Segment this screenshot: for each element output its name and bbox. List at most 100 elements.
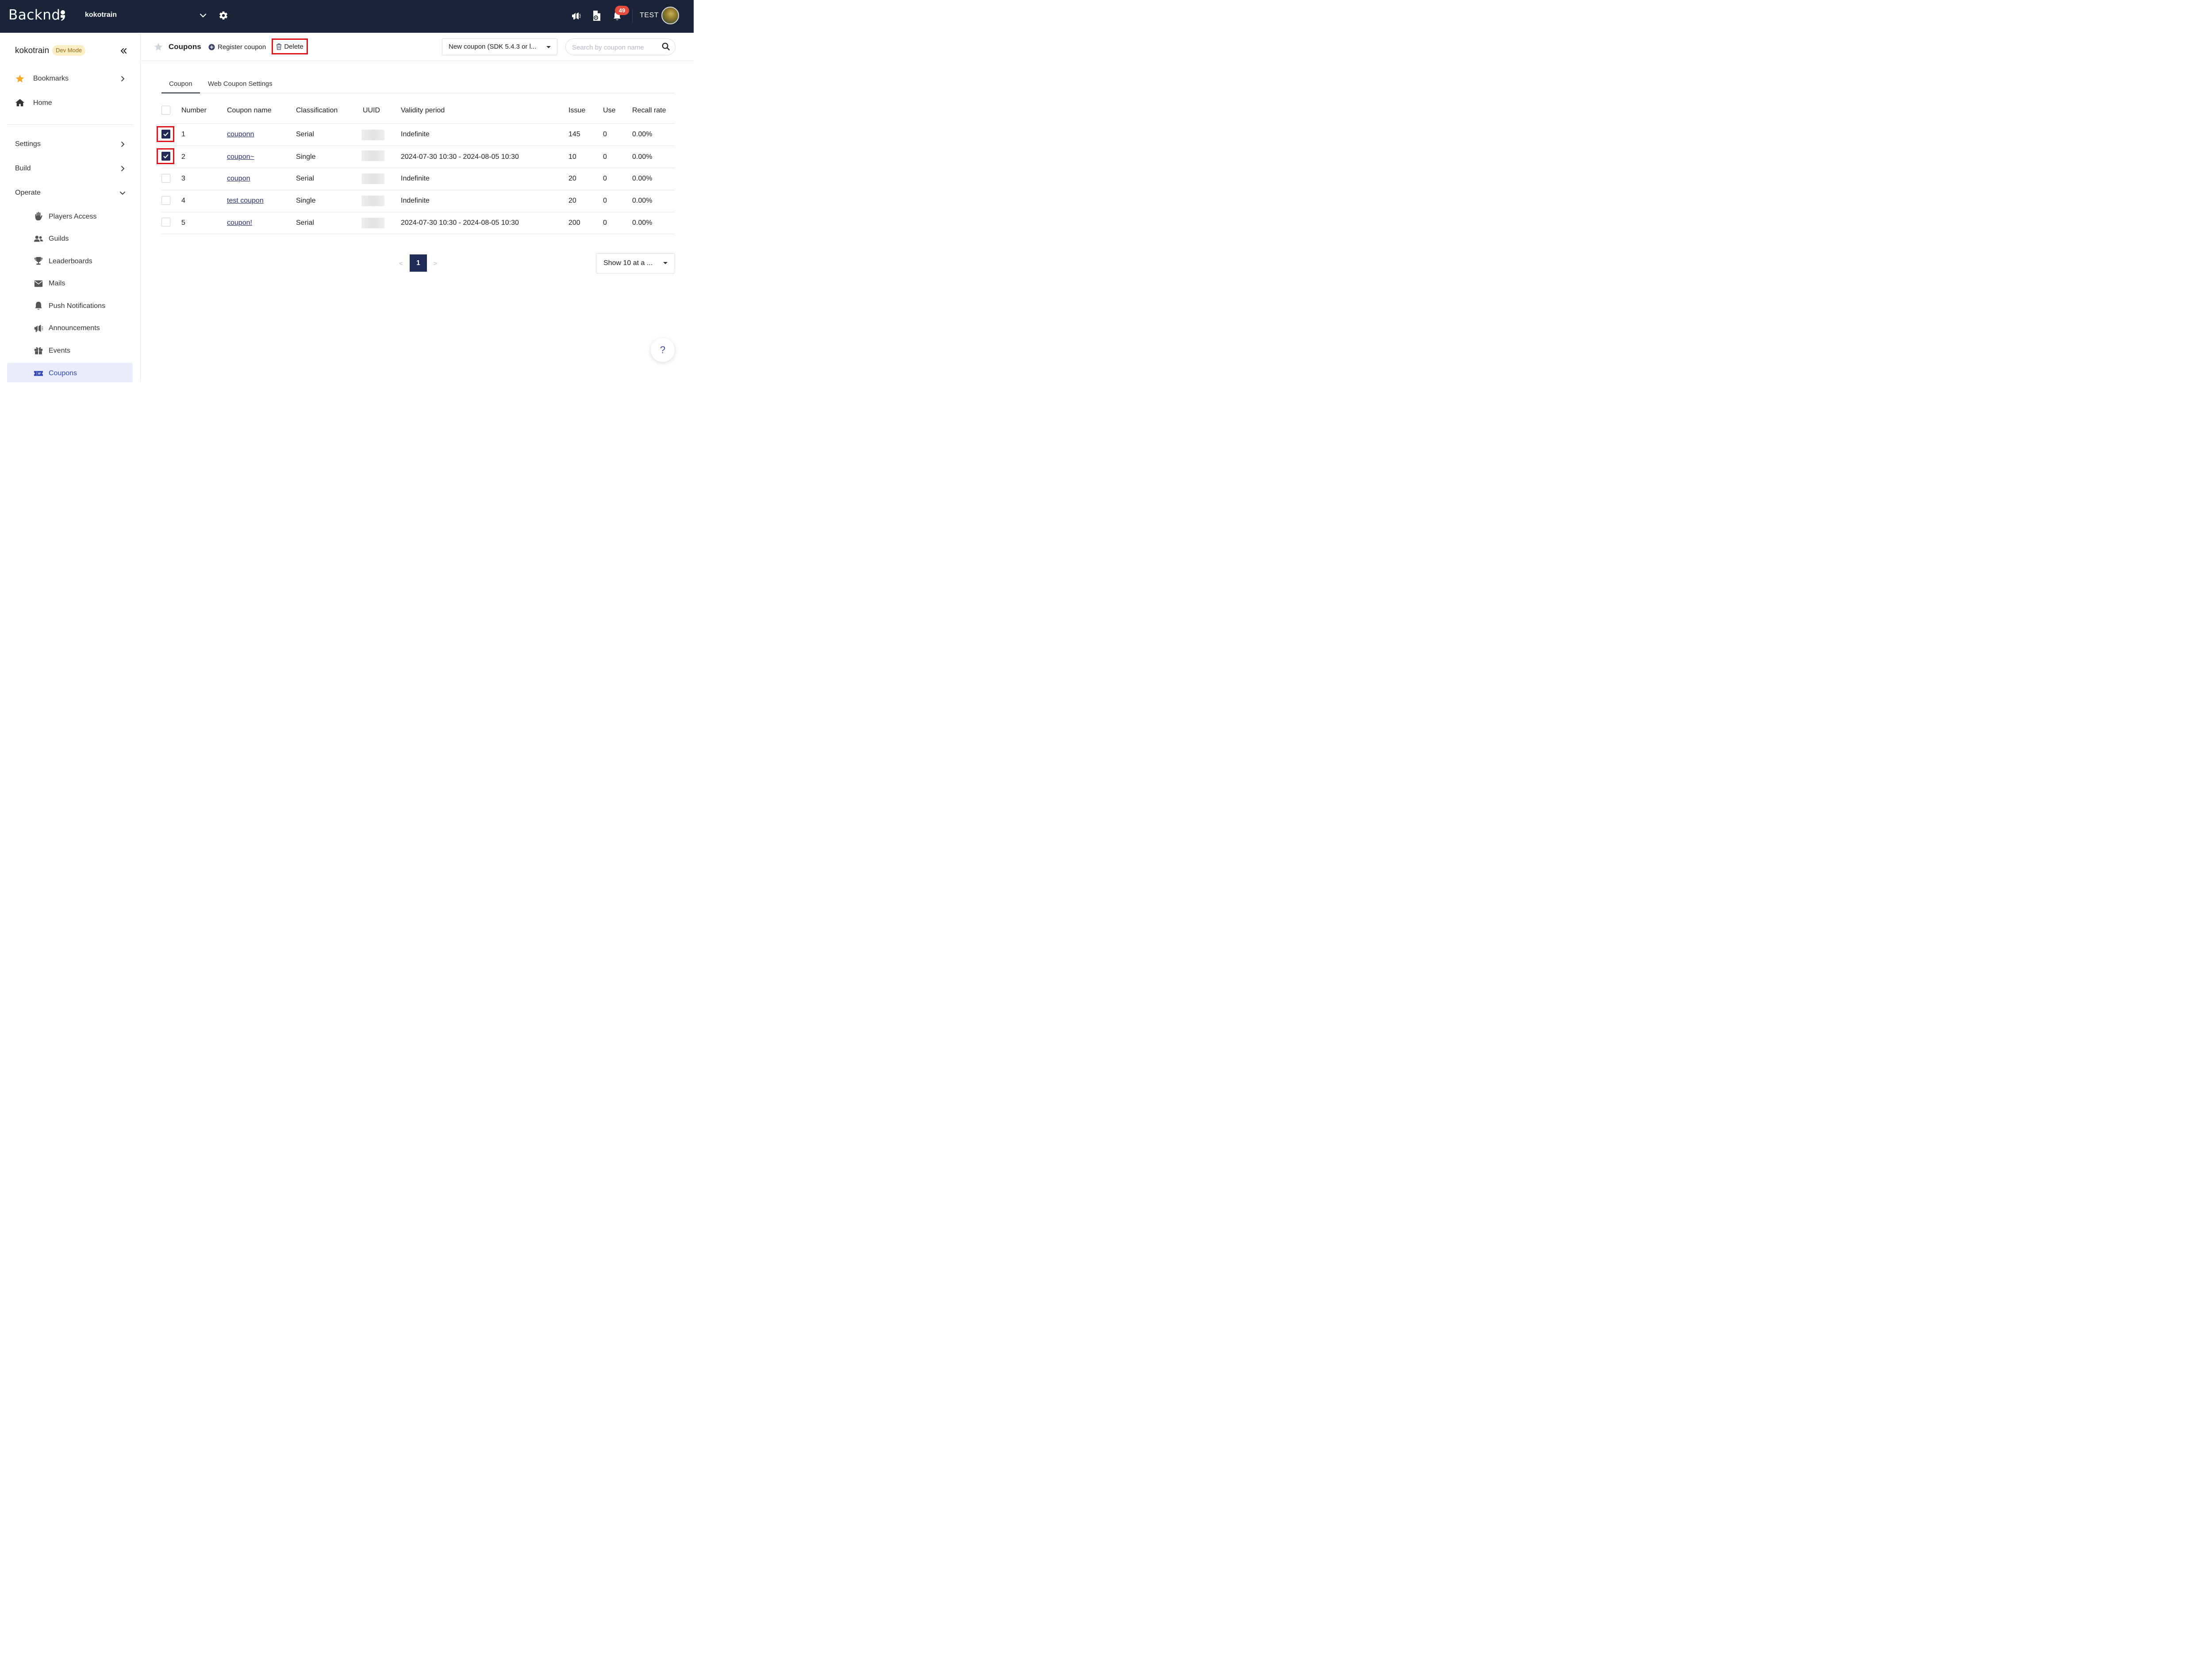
chevron-down-icon[interactable] <box>199 12 207 19</box>
page-size-select[interactable]: Show 10 at a ... <box>596 253 675 273</box>
gift-icon <box>34 347 43 355</box>
cell-classification: Serial <box>296 175 314 182</box>
tab-coupon[interactable]: Coupon <box>169 80 192 88</box>
collapse-sidebar-icon[interactable] <box>119 47 127 55</box>
trophy-icon <box>34 257 43 265</box>
backnd-logo[interactable]: Backnd <box>8 7 61 23</box>
column-header-validity-period[interactable]: Validity period <box>401 107 445 115</box>
cell-use: 0 <box>603 175 607 182</box>
sidebar-item-players-access[interactable]: Players Access <box>0 208 133 226</box>
megaphone-icon <box>34 324 43 332</box>
sidebar-item-home[interactable]: Home <box>0 94 133 112</box>
sidebar-item-label: Coupons <box>49 369 77 377</box>
sidebar-section-settings[interactable]: Settings <box>0 135 133 153</box>
coupon-name-link[interactable]: coupon~ <box>227 153 254 161</box>
cell-issue: 145 <box>568 131 580 138</box>
delete-button[interactable]: Delete <box>272 38 308 54</box>
row-checkbox[interactable] <box>161 174 170 183</box>
help-button[interactable]: ? <box>651 338 675 362</box>
cell-issue: 10 <box>568 153 576 161</box>
row-checkbox[interactable] <box>161 196 170 205</box>
megaphone-icon[interactable] <box>571 11 581 21</box>
row-checkbox[interactable] <box>161 218 170 227</box>
cell-classification: Serial <box>296 131 314 138</box>
pagination-next[interactable]: > <box>434 260 437 267</box>
dev-mode-badge: Dev Mode <box>52 45 86 56</box>
sidebar-item-label: Mails <box>49 280 65 287</box>
column-header-issue[interactable]: Issue <box>568 107 585 115</box>
uuid-redacted <box>361 196 384 206</box>
sidebar-item-mails[interactable]: Mails <box>0 275 133 292</box>
sidebar-item-label: Players Access <box>49 213 97 220</box>
search-input[interactable] <box>572 42 659 52</box>
delete-label: Delete <box>284 42 303 50</box>
home-icon <box>15 99 25 107</box>
search-icon[interactable] <box>662 42 670 50</box>
cell-issue: 200 <box>568 219 580 227</box>
project-switcher-label[interactable]: kokotrain <box>85 11 117 19</box>
gear-icon[interactable] <box>219 11 228 20</box>
bookmark-star-icon[interactable] <box>154 42 163 52</box>
coupon-name-link[interactable]: couponn <box>227 131 254 138</box>
cell-validity: 2024-07-30 10:30 - 2024-08-05 10:30 <box>401 153 519 161</box>
coupon-name-link[interactable]: test coupon <box>227 197 264 205</box>
sidebar-item-coupons[interactable]: Coupons <box>0 365 133 382</box>
plus-circle-icon <box>208 43 215 50</box>
cell-number: 3 <box>181 175 185 182</box>
cell-validity: Indefinite <box>401 175 430 182</box>
uuid-redacted <box>361 130 384 140</box>
coupon-name-link[interactable]: coupon! <box>227 219 252 227</box>
cell-use: 0 <box>603 131 607 138</box>
row-checkbox[interactable] <box>161 130 170 138</box>
notification-count-badge: 49 <box>615 6 629 15</box>
file-settings-icon[interactable] <box>592 10 602 22</box>
cell-classification: Single <box>296 197 316 204</box>
user-name[interactable]: TEST <box>640 12 659 19</box>
cell-use: 0 <box>603 153 607 161</box>
column-header-coupon-name[interactable]: Coupon name <box>227 107 272 115</box>
column-header-uuid[interactable]: UUID <box>363 107 380 115</box>
sidebar-divider <box>7 124 133 125</box>
avatar[interactable] <box>661 7 679 24</box>
column-header-number[interactable]: Number <box>181 107 207 115</box>
column-header-recall-rate[interactable]: Recall rate <box>632 107 666 115</box>
coupon-name-link[interactable]: coupon <box>227 175 250 183</box>
column-header-classification[interactable]: Classification <box>296 107 338 115</box>
cell-validity: Indefinite <box>401 131 430 138</box>
pagination-prev[interactable]: < <box>399 260 403 267</box>
coupon-version-value: New coupon (SDK 5.4.3 or l... <box>449 43 537 50</box>
sidebar-item-guilds[interactable]: Guilds <box>0 230 133 248</box>
sidebar-section-operate[interactable]: Operate <box>0 184 133 202</box>
sidebar-item-events[interactable]: Events <box>0 342 133 360</box>
tab-web-coupon-settings[interactable]: Web Coupon Settings <box>208 80 273 88</box>
sidebar-item-push-notifications[interactable]: Push Notifications <box>0 297 133 315</box>
sidebar-item-label: Announcements <box>49 324 100 332</box>
hand-icon <box>35 212 42 221</box>
cell-number: 5 <box>181 219 185 227</box>
register-coupon-button[interactable]: Register coupon <box>208 42 266 52</box>
sidebar-item-bookmarks[interactable]: Bookmarks <box>0 70 133 88</box>
chevron-right-icon <box>121 166 125 171</box>
coupon-version-select[interactable]: New coupon (SDK 5.4.3 or l... <box>442 38 557 55</box>
sidebar-item-label: Home <box>33 99 52 107</box>
sidebar-item-announcements[interactable]: Announcements <box>0 319 133 337</box>
checkmark-icon <box>163 154 169 159</box>
column-header-use[interactable]: Use <box>603 107 615 115</box>
sidebar-project-name: kokotrain <box>15 46 50 55</box>
uuid-redacted <box>361 218 384 228</box>
cell-recall-rate: 0.00% <box>632 197 653 204</box>
select-all-checkbox[interactable] <box>161 106 170 115</box>
row-checkbox[interactable] <box>161 152 170 161</box>
sidebar-item-leaderboards[interactable]: Leaderboards <box>0 253 133 270</box>
pagination-current-page[interactable]: 1 <box>410 254 427 272</box>
star-icon <box>15 74 24 83</box>
sidebar-section-build[interactable]: Build <box>0 160 133 177</box>
sidebar-item-label: Push Notifications <box>49 302 106 310</box>
caret-down-icon <box>663 262 668 264</box>
cell-recall-rate: 0.00% <box>632 175 653 182</box>
sidebar: kokotrain Dev Mode Bookmarks Home Settin… <box>0 33 141 382</box>
page-title: Coupons <box>169 42 201 51</box>
cell-issue: 20 <box>568 175 576 182</box>
chevron-right-icon <box>121 142 125 147</box>
bell-icon <box>35 301 42 310</box>
